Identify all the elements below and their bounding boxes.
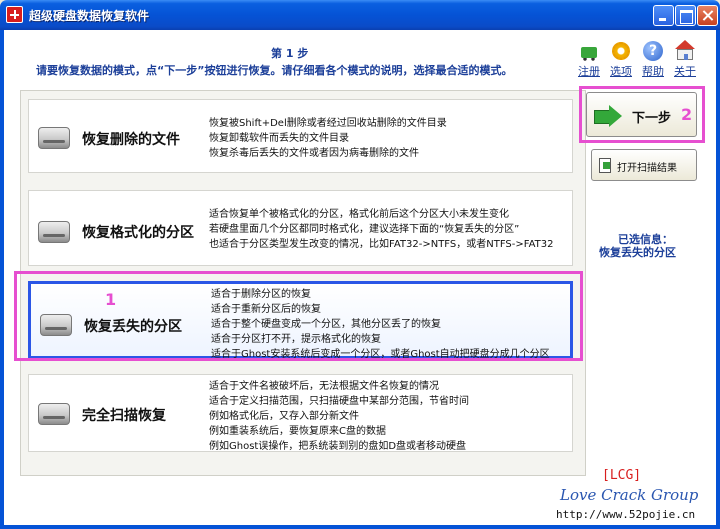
minimize-button[interactable] [653,5,674,26]
hard-disk-icon [38,221,70,243]
option-title: 完全扫描恢复 [82,408,166,424]
hard-disk-icon [38,403,70,425]
option-recover-deleted[interactable]: 恢复删除的文件 恢复被Shift+Del删除或者经过回收站删除的文件目录 恢复卸… [28,99,573,173]
annotation-number-1: 1 [105,290,117,309]
window-title: 超级硬盘数据恢复软件 [29,9,150,23]
app-logo-icon[interactable] [6,6,23,23]
watermark-name: Love Crack Group [560,486,699,504]
about-label: 关于 [674,65,696,78]
help-label: 帮助 [642,65,664,78]
selection-value: 恢复丢失的分区 [599,246,676,259]
option-description: 适合恢复单个被格式化的分区，格式化前后这个分区大小未发生变化 若硬盘里面几个分区… [209,209,554,250]
help-button[interactable]: ? 帮助 [638,40,668,79]
watermark-tag: [LCG] [602,468,642,483]
register-label: 注册 [578,65,600,78]
option-description: 适合于文件名被破坏后，无法根据文件名恢复的情况 适合于定义扫描范围，只扫描硬盘中… [209,381,469,452]
options-label: 选项 [610,65,632,78]
help-icon: ? [642,40,664,62]
annotation-number-2: 2 [681,105,693,124]
open-results-label: 打开扫描结果 [617,163,677,174]
hard-disk-icon [38,127,70,149]
open-file-icon [599,158,611,173]
step-label: 第 1 步 [271,47,309,60]
annotation-highlight-option [14,271,583,361]
cart-icon [578,40,600,62]
option-title: 恢复删除的文件 [82,132,180,148]
title-bar[interactable]: 超级硬盘数据恢复软件 [0,0,720,30]
gear-icon [610,40,632,62]
option-recover-formatted[interactable]: 恢复格式化的分区 适合恢复单个被格式化的分区，格式化前后这个分区大小未发生变化 … [28,190,573,266]
open-scan-results-button[interactable]: 打开扫描结果 [591,149,697,181]
maximize-button[interactable] [675,5,696,26]
home-icon [674,40,696,62]
register-button[interactable]: 注册 [574,40,604,79]
option-description: 恢复被Shift+Del删除或者经过回收站删除的文件目录 恢复卸载软件而丢失的文… [209,118,447,159]
close-button[interactable] [697,5,718,26]
about-button[interactable]: 关于 [670,40,700,79]
option-title: 恢复格式化的分区 [82,225,194,241]
option-full-scan[interactable]: 完全扫描恢复 适合于文件名被破坏后，无法根据文件名恢复的情况 适合于定义扫描范围… [28,374,573,452]
instruction-text: 请要恢复数据的模式，点“下一步”按钮进行恢复。请仔细看各个模式的说明，选择最合适… [36,64,513,77]
watermark-url: http://www.52pojie.cn [556,508,696,521]
options-button[interactable]: 选项 [606,40,636,79]
